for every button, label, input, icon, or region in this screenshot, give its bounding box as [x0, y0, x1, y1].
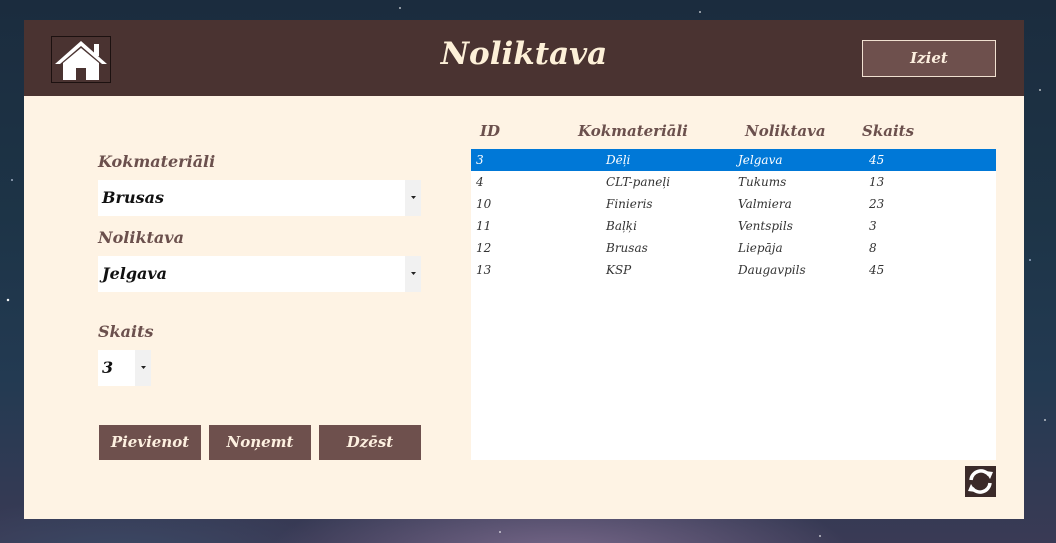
table-row[interactable]: 4 CLT-paneļi Tukums 13	[471, 171, 996, 193]
count-label: Skaits	[98, 322, 154, 341]
cell-material: KSP	[606, 263, 632, 277]
column-header-id[interactable]: ID	[480, 122, 500, 140]
cell-id: 11	[476, 219, 492, 233]
cell-material: Brusas	[606, 241, 648, 255]
warehouse-select[interactable]: Jelgava	[98, 256, 421, 292]
cell-material: Finieris	[606, 197, 653, 211]
cell-material: CLT-paneļi	[606, 175, 671, 189]
column-header-material[interactable]: Kokmateriāli	[578, 122, 688, 140]
cell-id: 12	[476, 241, 492, 255]
cell-count: 45	[869, 263, 885, 277]
table-row[interactable]: 10 Finieris Valmiera 23	[471, 193, 996, 215]
cell-count: 13	[869, 175, 885, 189]
warehouse-window: Noliktava Iziet Kokmateriāli Brusas Noli…	[24, 20, 1024, 519]
chevron-down-icon	[141, 366, 146, 369]
cell-id: 10	[476, 197, 492, 211]
cell-material: Baļķi	[606, 219, 637, 233]
remove-button[interactable]: Noņemt	[209, 425, 311, 460]
cell-id: 13	[476, 263, 492, 277]
column-header-count[interactable]: Skaits	[862, 122, 914, 140]
exit-button[interactable]: Iziet	[862, 40, 996, 77]
material-select[interactable]: Brusas	[98, 180, 421, 216]
count-select[interactable]: 3	[98, 350, 151, 386]
column-header-warehouse[interactable]: Noliktava	[745, 122, 826, 140]
cell-warehouse: Valmiera	[738, 197, 792, 211]
material-select-value: Brusas	[102, 188, 164, 207]
material-label: Kokmateriāli	[98, 152, 216, 171]
header-bar: Noliktava Iziet	[24, 20, 1024, 96]
chevron-down-icon	[411, 196, 416, 199]
chevron-down-icon	[411, 272, 416, 275]
cell-id: 4	[476, 175, 484, 189]
table-row[interactable]: 11 Baļķi Ventspils 3	[471, 215, 996, 237]
delete-button[interactable]: Dzēst	[319, 425, 421, 460]
cell-count: 8	[869, 241, 877, 255]
cell-count: 3	[869, 219, 877, 233]
count-select-dropdown[interactable]	[134, 350, 151, 386]
cell-warehouse: Tukums	[738, 175, 787, 189]
cell-material: Dēļi	[606, 153, 631, 167]
count-select-value: 3	[102, 358, 114, 377]
warehouse-label: Noliktava	[98, 228, 184, 247]
material-select-dropdown[interactable]	[404, 180, 421, 216]
table-row[interactable]: 13 KSP Daugavpils 45	[471, 259, 996, 281]
cell-count: 23	[869, 197, 885, 211]
table-row[interactable]: 12 Brusas Liepāja 8	[471, 237, 996, 259]
inventory-table[interactable]: 3 Dēļi Jelgava 45 4 CLT-paneļi Tukums 13…	[471, 149, 996, 460]
warehouse-select-dropdown[interactable]	[404, 256, 421, 292]
warehouse-select-value: Jelgava	[102, 264, 168, 283]
refresh-icon	[968, 469, 993, 494]
cell-warehouse: Liepāja	[738, 241, 783, 255]
cell-count: 45	[869, 153, 885, 167]
add-button[interactable]: Pievienot	[99, 425, 201, 460]
cell-id: 3	[476, 153, 484, 167]
cell-warehouse: Ventspils	[738, 219, 793, 233]
table-row[interactable]: 3 Dēļi Jelgava 45	[471, 149, 996, 171]
cell-warehouse: Daugavpils	[738, 263, 806, 277]
refresh-button[interactable]	[965, 466, 996, 497]
cell-warehouse: Jelgava	[738, 153, 783, 167]
